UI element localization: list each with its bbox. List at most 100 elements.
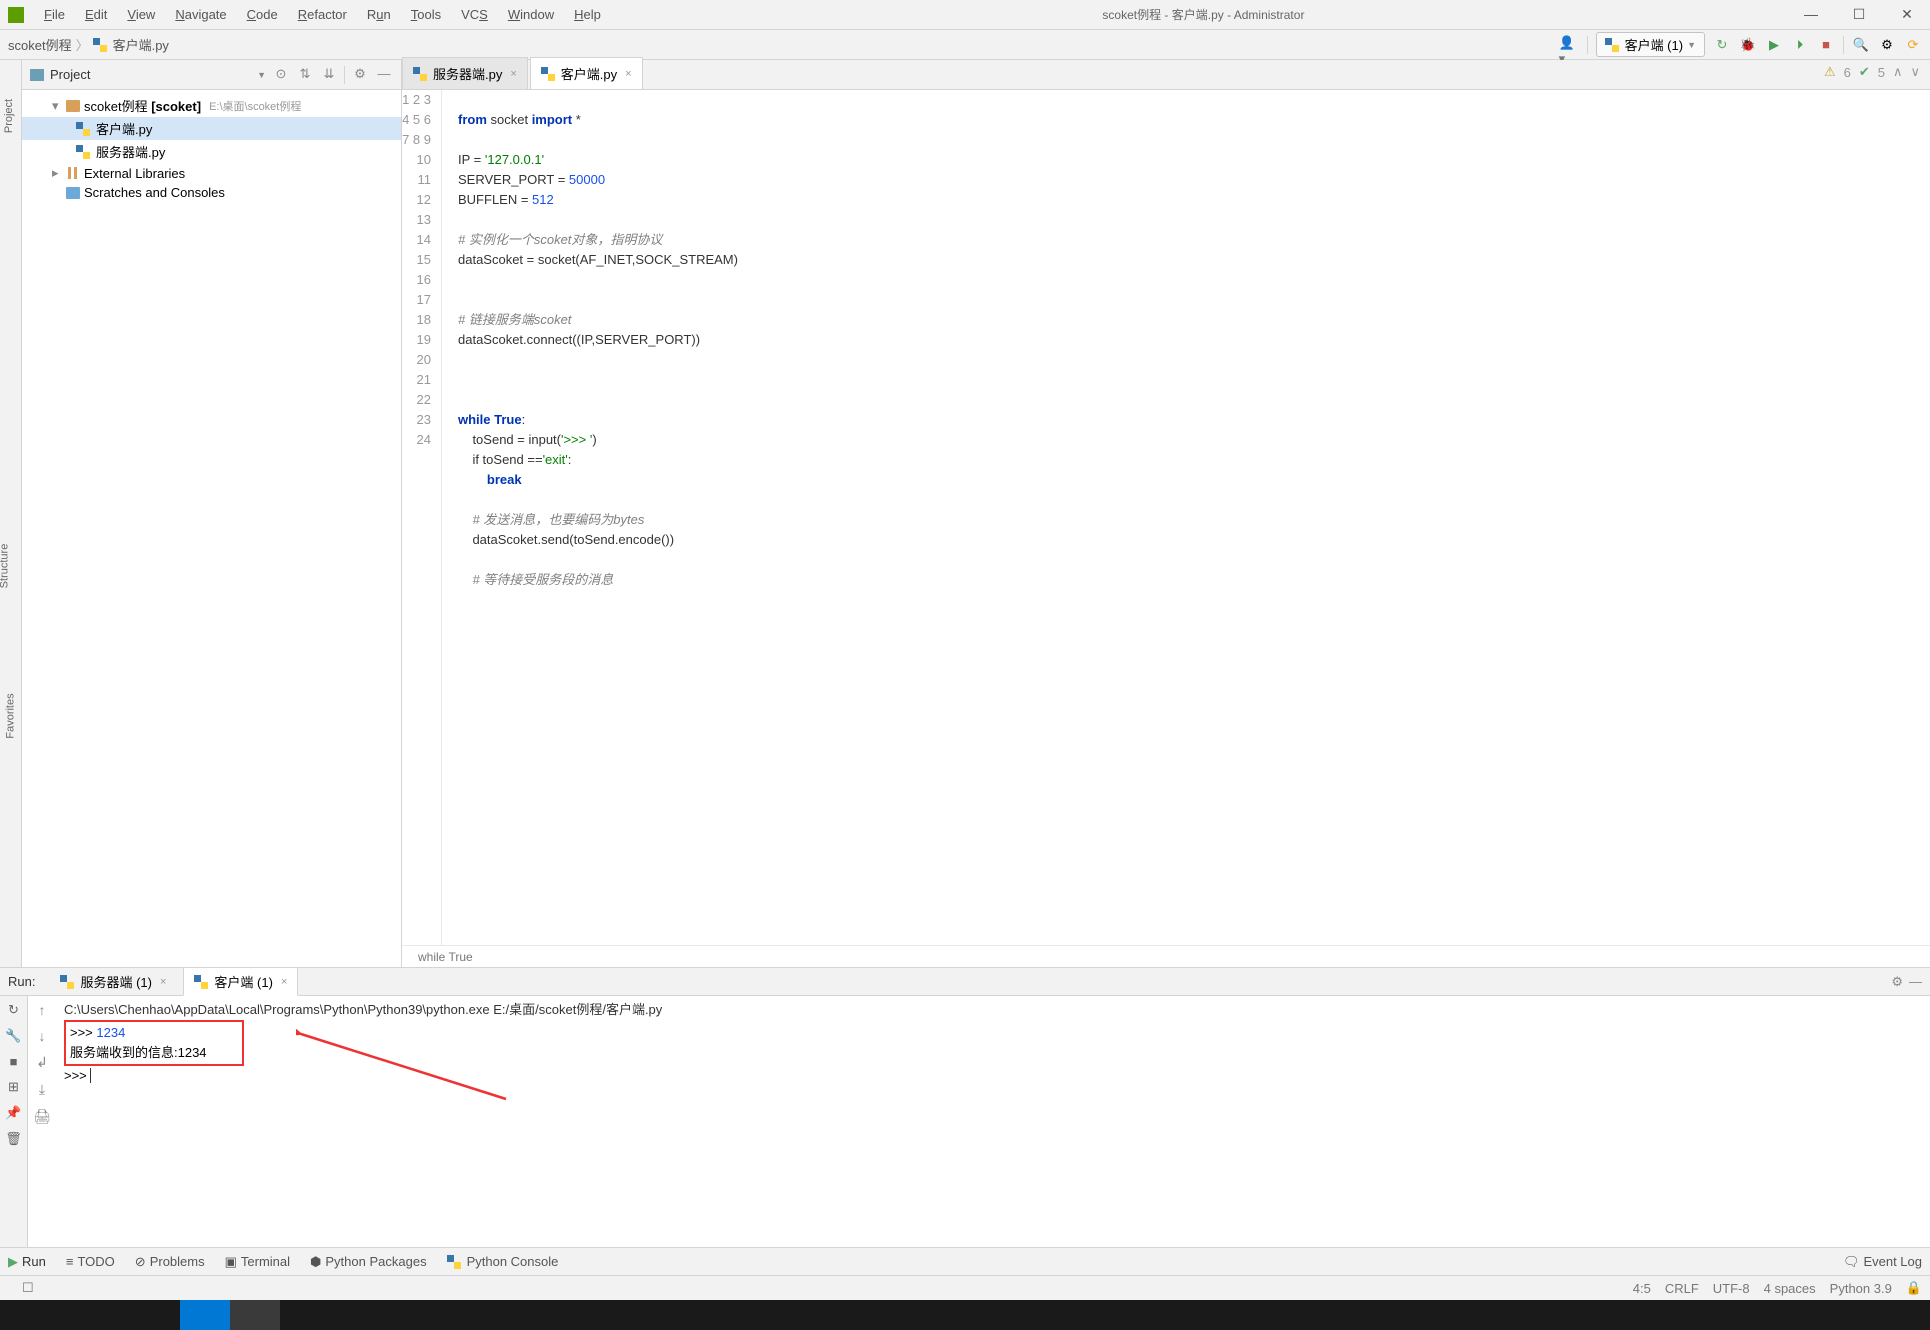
annotation-arrow: [296, 1024, 516, 1104]
menu-help[interactable]: Help: [564, 3, 611, 26]
menu-edit[interactable]: Edit: [75, 3, 117, 26]
hide-panel-icon[interactable]: —: [375, 66, 393, 84]
status-icon[interactable]: ☐: [22, 1280, 34, 1296]
caret-position[interactable]: 4:5: [1633, 1281, 1651, 1296]
minimize-button[interactable]: —: [1796, 6, 1826, 23]
folder-icon: [30, 69, 44, 81]
structure-tool-tab[interactable]: Structure: [0, 544, 10, 589]
tree-external-libs[interactable]: ▸ External Libraries: [22, 163, 401, 183]
code-editor[interactable]: 1 2 3 4 5 6 7 8 9 10 11 12 13 14 15 16 1…: [402, 90, 1930, 945]
breadcrumb-file[interactable]: 客户端.py: [113, 35, 169, 54]
caret-right-icon: ▸: [52, 165, 62, 181]
breadcrumb: scoket例程 〉 客户端.py: [8, 35, 169, 54]
run-button[interactable]: ↻: [1713, 36, 1731, 54]
down-stack-icon[interactable]: ↓: [39, 1028, 46, 1044]
code-text[interactable]: from socket import * IP = '127.0.0.1' SE…: [442, 90, 1930, 945]
maximize-button[interactable]: ☐: [1844, 6, 1874, 23]
menu-tools[interactable]: Tools: [401, 3, 451, 26]
close-tab-icon[interactable]: ×: [160, 976, 166, 988]
close-tab-icon[interactable]: ×: [510, 68, 516, 80]
ide-features-icon[interactable]: ⟳: [1904, 36, 1922, 54]
search-button[interactable]: 🔍: [1852, 36, 1870, 54]
menu-navigate[interactable]: Navigate: [165, 3, 236, 26]
run-tab-server[interactable]: 服务器端 (1) ×: [49, 967, 177, 996]
project-tool-tab[interactable]: Project: [3, 99, 15, 133]
breadcrumb-root[interactable]: scoket例程: [8, 35, 72, 54]
root-path: E:\桌面\scoket例程: [209, 98, 301, 114]
menu-vcs[interactable]: VCS: [451, 3, 498, 26]
tree-file-server[interactable]: 服务器端.py: [22, 140, 401, 163]
tool-terminal[interactable]: ▣Terminal: [225, 1254, 290, 1270]
layout-icon[interactable]: ⊞: [8, 1079, 19, 1095]
stop-process-button[interactable]: ■: [10, 1054, 18, 1069]
run-coverage-button[interactable]: ▶: [1765, 36, 1783, 54]
python-file-icon: [413, 67, 427, 81]
menu-view[interactable]: View: [117, 3, 165, 26]
menu-window[interactable]: Window: [498, 3, 564, 26]
main-content: Project Structure Favorites Project ▼ ⊙ …: [0, 60, 1930, 967]
tool-todo[interactable]: ≡TODO: [66, 1254, 115, 1269]
menu-refactor[interactable]: Refactor: [288, 3, 357, 26]
hide-run-icon[interactable]: —: [1909, 974, 1922, 989]
run-config-selector[interactable]: 客户端 (1) ▼: [1596, 32, 1705, 57]
soft-wrap-icon[interactable]: ↲: [36, 1054, 48, 1071]
left-gutter: Project Structure Favorites: [0, 60, 22, 967]
tab-server[interactable]: 服务器端.py ×: [402, 57, 528, 89]
menu-file[interactable]: File: [34, 3, 75, 26]
tool-run[interactable]: ▶Run: [8, 1254, 46, 1270]
rerun-button[interactable]: ↻: [8, 1002, 19, 1018]
tree-scratches[interactable]: Scratches and Consoles: [22, 183, 401, 202]
lock-icon[interactable]: 🔒: [1906, 1280, 1922, 1296]
project-header: Project ▼ ⊙ ⇅ ⇊ ⚙ —: [22, 60, 401, 90]
code-breadcrumb[interactable]: while True: [402, 945, 1930, 967]
python-run-icon: [194, 975, 208, 989]
close-tab-icon[interactable]: ×: [625, 68, 631, 80]
scroll-to-end-icon[interactable]: ⤓: [39, 1081, 45, 1098]
tree-file-client[interactable]: 客户端.py: [22, 117, 401, 140]
run-toolstrip-2: ↑ ↓ ↲ ⤓ 🖨: [28, 996, 56, 1247]
user-icon[interactable]: 👤▾: [1559, 35, 1579, 55]
tab-client[interactable]: 客户端.py ×: [530, 57, 643, 89]
favorites-tool-tab[interactable]: Favorites: [5, 693, 17, 738]
indent-info[interactable]: 4 spaces: [1764, 1281, 1816, 1296]
run-settings-icon[interactable]: ⚙: [1891, 974, 1903, 990]
debug-button[interactable]: 🐞: [1739, 36, 1757, 54]
console-cmd: C:\Users\Chenhao\AppData\Local\Programs\…: [64, 1000, 1922, 1020]
tool-python-console[interactable]: Python Console: [447, 1254, 559, 1269]
tool-problems[interactable]: ⊘Problems: [135, 1254, 205, 1270]
project-settings-icon[interactable]: ⚙: [351, 66, 369, 84]
line-ending[interactable]: CRLF: [1665, 1281, 1699, 1296]
trash-icon[interactable]: 🗑: [5, 1131, 22, 1147]
taskbar-item[interactable]: [180, 1300, 230, 1330]
taskbar-item[interactable]: [230, 1300, 280, 1330]
run-tab-client[interactable]: 客户端 (1) ×: [183, 967, 298, 996]
directory-icon: [66, 100, 80, 112]
up-stack-icon[interactable]: ↑: [39, 1002, 46, 1018]
stop-button[interactable]: ■: [1817, 36, 1835, 54]
print-icon[interactable]: 🖨: [33, 1108, 51, 1125]
chevron-down-icon[interactable]: ∨: [1910, 64, 1920, 80]
tree-file-label: 服务器端.py: [96, 142, 165, 161]
close-tab-icon[interactable]: ×: [281, 976, 287, 988]
interpreter-info[interactable]: Python 3.9: [1830, 1281, 1892, 1296]
check-icon: ✔: [1859, 64, 1870, 80]
tool-python-packages[interactable]: ⬢Python Packages: [310, 1254, 427, 1270]
menu-code[interactable]: Code: [237, 3, 288, 26]
menu-run[interactable]: Run: [357, 3, 401, 26]
profile-button[interactable]: ⏵: [1791, 36, 1809, 54]
editor-area: 服务器端.py × 客户端.py × ⚠6 ✔5 ∧ ∨ 1 2 3 4 5 6…: [402, 60, 1930, 967]
tool-event-log[interactable]: 🗨Event Log: [1843, 1254, 1922, 1270]
tree-root[interactable]: ▾ scoket例程 [scoket] E:\桌面\scoket例程: [22, 94, 401, 117]
file-encoding[interactable]: UTF-8: [1713, 1281, 1750, 1296]
select-opened-file-icon[interactable]: ⊙: [272, 66, 290, 84]
console-output[interactable]: C:\Users\Chenhao\AppData\Local\Programs\…: [56, 996, 1930, 1247]
collapse-all-icon[interactable]: ⇊: [320, 66, 338, 84]
inspection-widget[interactable]: ⚠6 ✔5 ∧ ∨: [1824, 64, 1920, 80]
project-view-chevron-icon[interactable]: ▼: [257, 70, 266, 80]
edit-config-icon[interactable]: 🔧: [5, 1028, 21, 1044]
chevron-up-icon[interactable]: ∧: [1893, 64, 1903, 80]
pin-icon[interactable]: 📌: [5, 1105, 21, 1121]
close-button[interactable]: ✕: [1892, 6, 1922, 23]
settings-button[interactable]: ⚙: [1878, 36, 1896, 54]
expand-all-icon[interactable]: ⇅: [296, 66, 314, 84]
